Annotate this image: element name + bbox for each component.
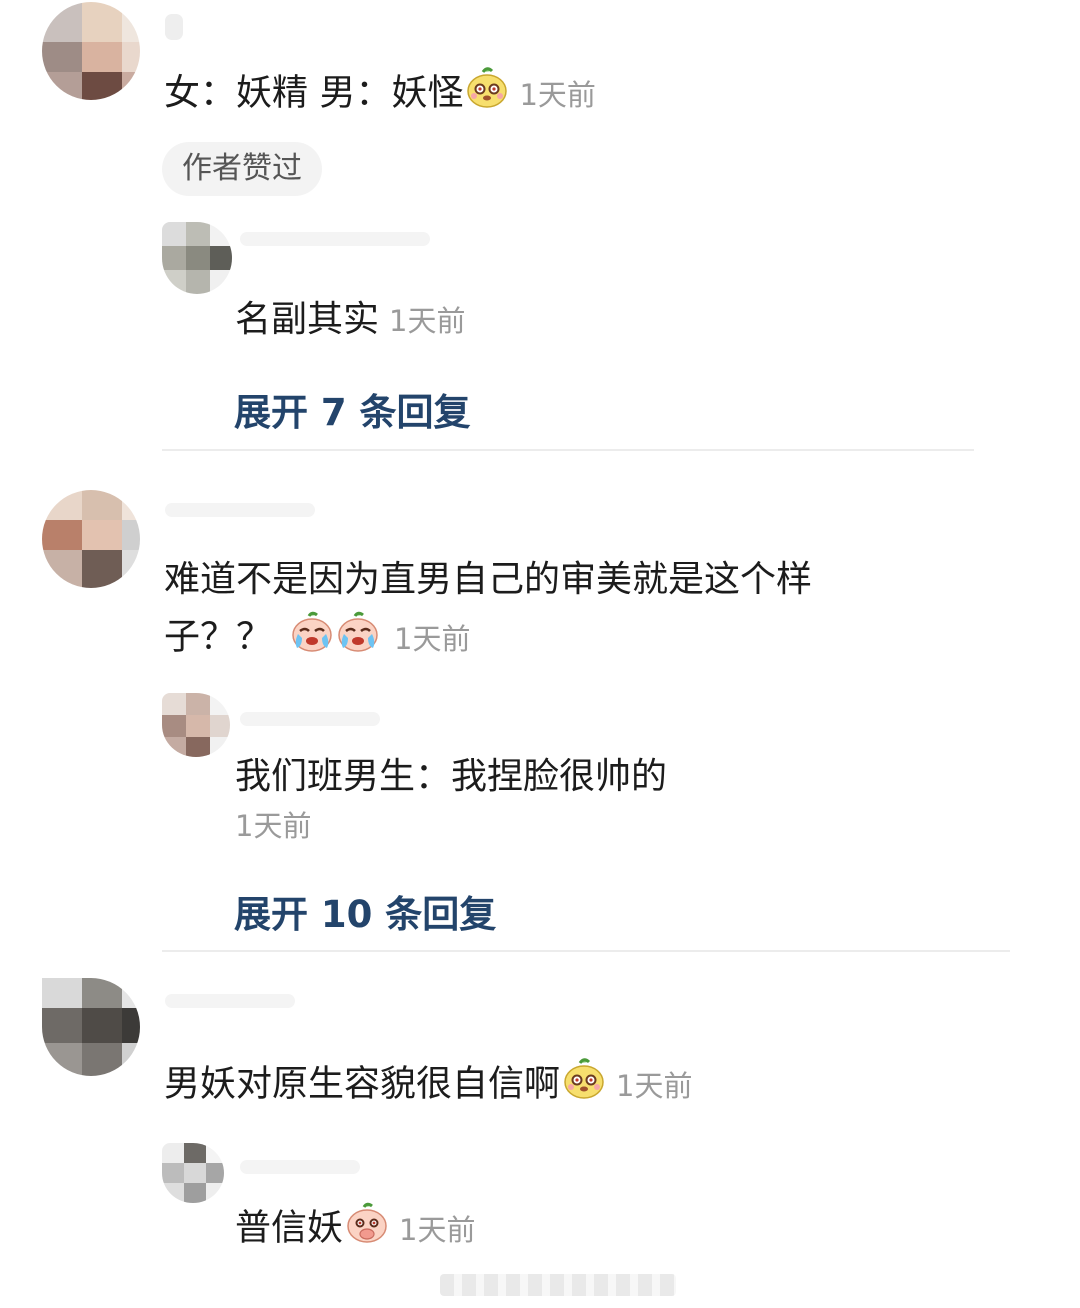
avatar[interactable]: [42, 2, 140, 100]
comment-text: 难道不是因为直男自己的审美就是这个样: [164, 556, 812, 604]
reply-username-placeholder[interactable]: [240, 1160, 360, 1174]
reply-avatar[interactable]: [162, 1143, 224, 1203]
reply-content: 普信妖: [235, 1207, 344, 1249]
reply-content: 我们班男生：我捏脸很帅的: [235, 756, 668, 797]
reply-avatar[interactable]: [162, 222, 232, 294]
avatar[interactable]: [42, 978, 140, 1076]
comment-content: 男妖对原生容貌很自信啊: [164, 1063, 561, 1105]
crying-face-emoji-icon: [336, 610, 380, 667]
reply-username-placeholder[interactable]: [240, 712, 380, 726]
comment-text: 男妖对原生容貌很自信啊 1天前: [164, 1057, 692, 1114]
yellow-face-emoji-icon: [465, 66, 509, 123]
divider: [162, 449, 974, 451]
author-liked-badge: 作者赞过: [162, 142, 322, 196]
username-placeholder[interactable]: [165, 503, 315, 517]
reply-username-placeholder[interactable]: [240, 232, 430, 246]
comment-content-line-2: 子？？: [164, 616, 273, 658]
timestamp: 1天前: [389, 304, 466, 338]
timestamp: 1天前: [394, 621, 471, 656]
reply-avatar[interactable]: [162, 693, 230, 757]
yellow-face-emoji-icon: [562, 1057, 606, 1114]
timestamp: 1天前: [616, 1068, 693, 1103]
expand-replies-button[interactable]: 展开 10 条回复: [234, 884, 496, 938]
timestamp: 1天前: [519, 77, 596, 112]
username-placeholder[interactable]: [165, 14, 183, 40]
reply-text: 名副其实 1天前: [235, 296, 465, 345]
cover-mouth-face-emoji-icon: [345, 1201, 389, 1258]
expand-replies-button[interactable]: 展开 7 条回复: [234, 382, 471, 436]
reply-content: 名副其实: [235, 299, 380, 340]
reply-text: 我们班男生：我捏脸很帅的: [235, 753, 667, 801]
crying-face-emoji-icon: [290, 610, 334, 667]
comment-text: 女：妖精 男：妖怪 1天前: [164, 66, 596, 123]
comment-content-line-1: 难道不是因为直男自己的审美就是这个样: [164, 559, 813, 600]
divider: [162, 950, 1010, 952]
reply-timestamp-line: 1天前: [235, 801, 311, 850]
reply-text: 普信妖 1天前: [235, 1201, 475, 1258]
timestamp: 1天前: [399, 1212, 476, 1247]
blurred-watermark: [440, 1274, 676, 1296]
comment-text-line-2: 子？？ 1天前: [164, 610, 470, 667]
timestamp: 1天前: [235, 809, 312, 843]
avatar[interactable]: [42, 490, 140, 588]
username-placeholder[interactable]: [165, 994, 295, 1008]
comment-content: 女：妖精 男：妖怪: [164, 72, 464, 114]
